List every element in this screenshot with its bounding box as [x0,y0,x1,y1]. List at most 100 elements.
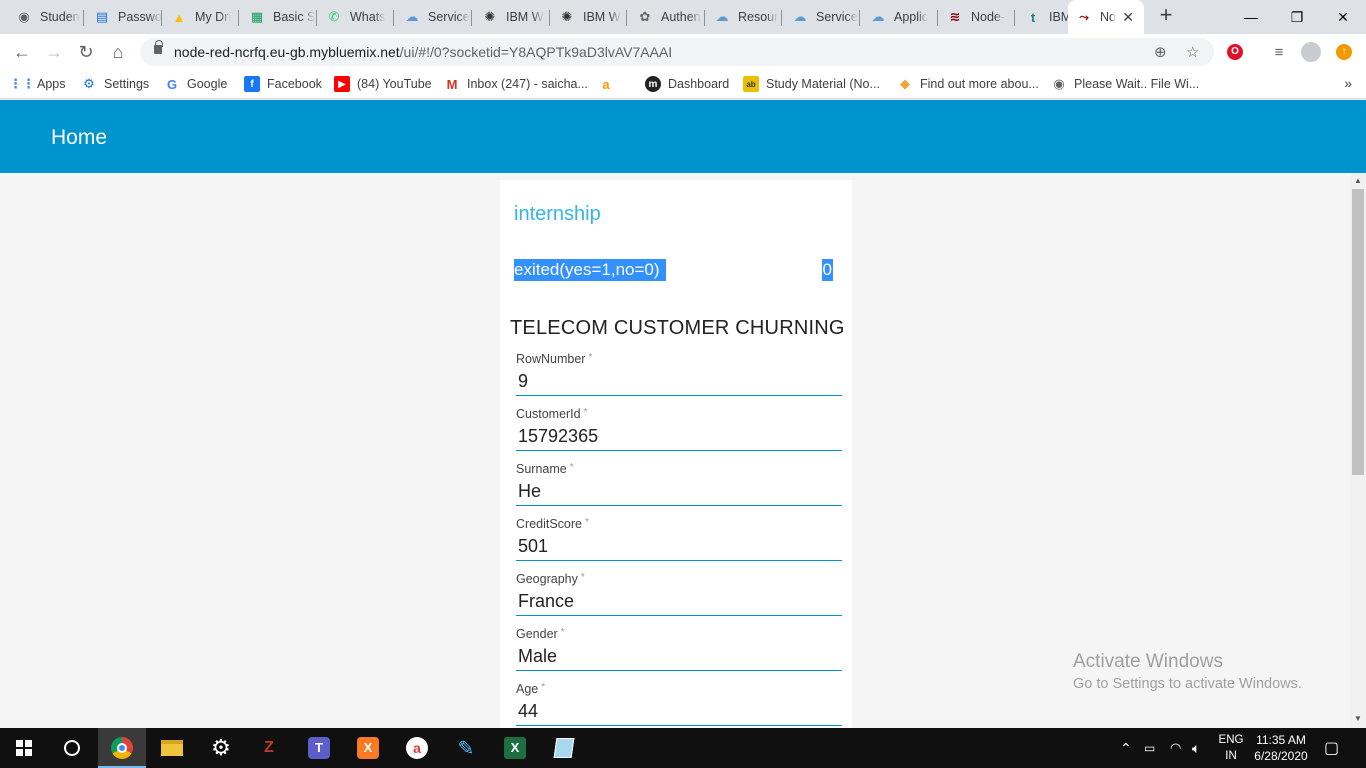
teams-icon[interactable]: T [295,728,343,768]
bookmark-item[interactable]: m Dashboard [645,75,729,93]
settings-gear-icon[interactable]: ⚙ [197,728,245,768]
bookmark-label: Please Wait.. File Wi... [1074,77,1200,91]
bookmark-item[interactable]: G Google [164,75,227,93]
lock-icon [154,40,163,54]
reload-button[interactable]: ↻ [73,39,99,65]
back-button[interactable]: ← [9,39,35,65]
bookmark-item[interactable]: ab Study Material (No... [743,75,880,93]
address-bar[interactable]: node-red-ncrfq.eu-gb.mybluemix.net/ui/#!… [140,38,1214,66]
field-label-text: Geography [516,572,578,586]
paint-app-icon[interactable]: ✎ [442,728,490,768]
notepad-icon[interactable] [540,728,588,768]
media-control-icon[interactable]: ≡ [1269,42,1289,62]
browser-tab[interactable]: ▤ Passwo [86,0,162,34]
tab-separator [1014,10,1015,26]
watson-icon: ✺ [561,9,573,24]
tab-title: IBM W [506,10,544,24]
bookmark-label: Find out more abou... [920,77,1039,91]
excel-icon[interactable]: X [491,728,539,768]
chevron-up-icon[interactable]: ⌃ [1120,728,1132,768]
surname-input[interactable] [516,478,842,506]
url-host: node-red-ncrfq.eu-gb.mybluemix.net [174,44,400,60]
scroll-thumb[interactable] [1352,189,1364,475]
tab-title: Resour [738,10,779,24]
study-icon: ab [743,76,759,92]
customerid-input[interactable] [516,423,842,451]
tab-node-red-dashboard[interactable]: ⤳ No ✕ [1068,0,1144,34]
bookmark-item[interactable]: ◆ Find out more abou... [897,75,1039,93]
bookmark-item[interactable]: ⋮⋮ Apps [9,75,66,93]
search-circle-icon[interactable] [48,728,96,768]
required-marker: * [560,627,565,638]
close-icon[interactable]: ✕ [1122,9,1134,26]
watermark-subtitle: Go to Settings to activate Windows. [1073,676,1302,692]
required-marker: * [580,572,585,583]
bookmark-item[interactable]: a [598,75,621,93]
new-tab-button[interactable]: + [1154,4,1178,28]
update-icon[interactable]: ↑ [1334,42,1354,62]
home-button[interactable]: ⌂ [105,39,131,65]
scroll-down-icon[interactable]: ▼ [1354,714,1362,723]
rownumber-input[interactable] [516,368,842,396]
dashboard-header: Home [0,100,1366,173]
file-explorer-icon[interactable] [148,728,196,768]
system-clock[interactable]: 11:35 AM 6/28/2020 [1252,732,1310,764]
bookmark-item[interactable]: M Inbox (247) - saicha... [444,75,588,93]
notifications-icon[interactable]: ▢ [1324,728,1339,768]
battery-icon[interactable]: ▭ [1144,728,1155,768]
browser-tab[interactable]: ✺ IBM W [551,0,627,34]
field-label: RowNumber * [516,352,592,366]
browser-tab[interactable]: ▲ My Dri [163,0,239,34]
chrome-taskbar-icon[interactable] [98,728,146,768]
profile-avatar[interactable] [1301,42,1321,62]
game-app-icon[interactable]: Z [245,728,293,768]
internship-group-card: internship exited(yes=1,no=0) 0 TELECOM … [500,180,852,728]
maximize-button[interactable]: ❐ [1274,0,1320,34]
nodered-flow-icon: ⤳ [1079,9,1089,24]
browser-tab[interactable]: ☁ Resour [706,0,782,34]
star-icon[interactable]: ☆ [1186,43,1199,61]
bookmark-label: Study Material (No... [766,77,880,91]
browser-tab[interactable]: ▦ Basic S [241,0,317,34]
forward-button[interactable]: → [41,39,67,65]
minimize-button[interactable]: ― [1228,0,1274,34]
browser-tab[interactable]: ☁ Applic [862,0,938,34]
close-window-button[interactable]: ✕ [1320,0,1366,34]
required-marker: * [583,407,588,418]
zoom-icon[interactable]: ⊕ [1154,43,1167,61]
age-input[interactable] [516,698,842,726]
page-scrollbar[interactable]: ▲ ▼ [1350,173,1366,728]
language-indicator[interactable]: ENG IN [1216,732,1246,764]
required-marker: * [541,682,546,693]
gender-input[interactable] [516,643,842,671]
browser-tab[interactable]: ✺ IBM W [474,0,550,34]
field-label-text: CustomerId [516,407,581,421]
bookmark-item[interactable]: f Facebook [244,75,322,93]
app-a-icon[interactable]: a [393,728,441,768]
volume-icon[interactable]: 🔈︎ [1192,728,1200,768]
field-label: Gender * [516,627,565,641]
wifi-icon[interactable]: ◠ [1170,728,1181,768]
xampp-icon[interactable]: X [344,728,392,768]
tab-title: Applic [894,10,929,24]
browser-tab[interactable]: ✿ Authen [629,0,705,34]
browser-tab[interactable]: ◉ Studen [8,0,84,34]
bookmark-item[interactable]: ▶ (84) YouTube [334,75,432,93]
browser-tab[interactable]: ≋ Node- [939,0,1015,34]
browser-tab[interactable]: ☁ Service [396,0,472,34]
scroll-up-icon[interactable]: ▲ [1354,176,1362,185]
dashboard-icon: m [645,76,661,92]
creditscore-input[interactable] [516,533,842,561]
bookmark-label: Settings [104,77,150,91]
geography-input[interactable] [516,588,842,616]
whatsapp-icon: ✆ [328,9,340,24]
opera-extension-icon[interactable]: O [1225,42,1245,62]
tab-title: Node- [971,10,1006,24]
form-field-age: Age * [516,682,842,728]
browser-tab[interactable]: ✆ Whats [318,0,394,34]
browser-tab[interactable]: ☁ Service [784,0,860,34]
windows-start-icon[interactable] [0,728,48,768]
bookmark-item[interactable]: ◉ Please Wait.. File Wi... [1051,75,1199,93]
bookmark-item[interactable]: ⚙ Settings [81,75,149,93]
chevron-right-icon[interactable]: » [1344,75,1352,91]
